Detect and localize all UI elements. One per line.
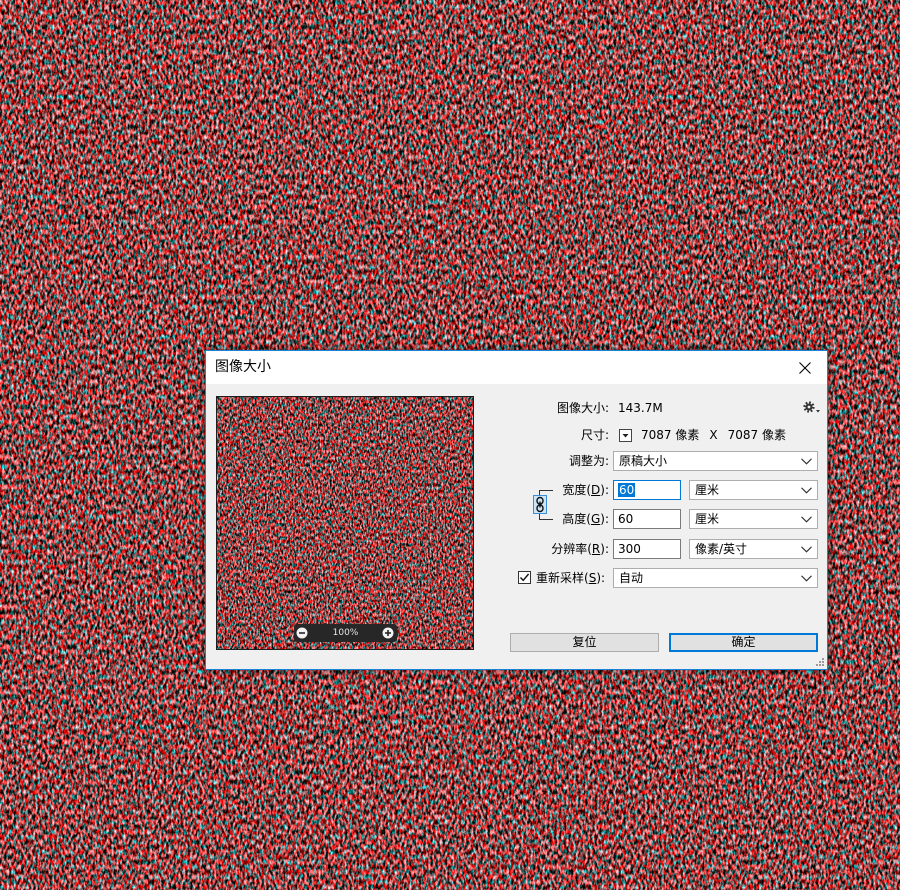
image-size-label: 图像大小:	[556, 401, 609, 415]
resolution-unit-select[interactable]: 像素/英寸	[689, 539, 818, 559]
dimensions-height: 7087 像素	[727, 428, 786, 442]
chevron-down-icon	[801, 458, 812, 465]
resample-label[interactable]: 重新采样(S):	[536, 570, 605, 586]
dimensions-label: 尺寸:	[580, 428, 609, 442]
close-icon	[799, 361, 811, 374]
zoom-in-icon[interactable]	[382, 627, 394, 639]
close-button[interactable]	[783, 351, 827, 384]
width-input[interactable]: 60	[613, 480, 681, 500]
fit-to-label: 调整为:	[568, 454, 609, 468]
ok-button[interactable]: 确定	[669, 633, 818, 652]
height-unit-select[interactable]: 厘米	[689, 509, 818, 529]
resolution-input[interactable]: 300	[613, 539, 681, 559]
height-value: 60	[618, 512, 634, 526]
fit-to-select[interactable]: 原稿大小	[613, 451, 818, 471]
resolution-label: 分辨率(R):	[551, 542, 609, 556]
zoom-level: 100%	[332, 628, 359, 638]
zoom-control: 100%	[294, 624, 397, 642]
gear-icon[interactable]	[803, 401, 823, 414]
image-preview[interactable]: 100%	[216, 396, 474, 650]
checkmark-icon	[519, 573, 530, 582]
width-label: 宽度(D):	[562, 483, 609, 497]
reset-button[interactable]: 复位	[510, 633, 659, 652]
height-input[interactable]: 60	[613, 509, 681, 529]
height-unit: 厘米	[695, 512, 720, 526]
resample-method-select[interactable]: 自动	[613, 568, 818, 588]
chevron-down-icon	[801, 487, 812, 494]
resolution-unit: 像素/英寸	[695, 542, 748, 556]
chevron-down-icon	[801, 546, 812, 553]
width-unit-select[interactable]: 厘米	[689, 480, 818, 500]
dimensions-separator: X	[709, 428, 718, 442]
chevron-down-icon	[801, 516, 812, 523]
chevron-down-icon	[801, 575, 812, 582]
height-label: 高度(G):	[562, 512, 609, 526]
dimensions-width: 7087 像素	[641, 428, 700, 442]
resize-grip[interactable]	[815, 657, 825, 667]
width-value: 60	[618, 483, 636, 497]
image-size-dialog: 图像大小 100% 图像大小: 143.7M 尺寸: 7087 像素 X 708…	[205, 350, 828, 670]
dialog-title: 图像大小	[215, 359, 271, 375]
resolution-value: 300	[618, 542, 641, 556]
fit-to-value: 原稿大小	[619, 454, 668, 468]
width-unit: 厘米	[695, 483, 720, 497]
image-size-value: 143.7M	[618, 401, 663, 415]
resample-method-value: 自动	[619, 571, 644, 585]
preview-image	[217, 397, 473, 649]
zoom-out-icon[interactable]	[296, 627, 308, 639]
dropdown-arrow-icon[interactable]	[619, 429, 632, 442]
title-bar[interactable]: 图像大小	[206, 351, 827, 384]
dimensions-value: 7087 像素 X 7087 像素	[641, 427, 786, 443]
resample-checkbox[interactable]	[518, 571, 531, 584]
